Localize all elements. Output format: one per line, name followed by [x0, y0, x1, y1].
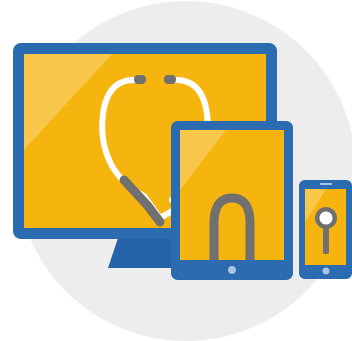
stethoscope-earpiece-left [134, 75, 146, 84]
smartphone-icon [299, 180, 352, 279]
illustration-canvas [0, 0, 352, 341]
tablet-home-button [228, 266, 236, 274]
responsive-devices-illustration [13, 1, 352, 341]
phone-home-button [322, 267, 330, 275]
stethoscope-earpiece-right [164, 75, 176, 84]
magnifier-lens [319, 211, 333, 225]
tablet-icon [171, 121, 293, 280]
phone-speaker [320, 183, 332, 185]
magnifier-handle [323, 228, 329, 254]
